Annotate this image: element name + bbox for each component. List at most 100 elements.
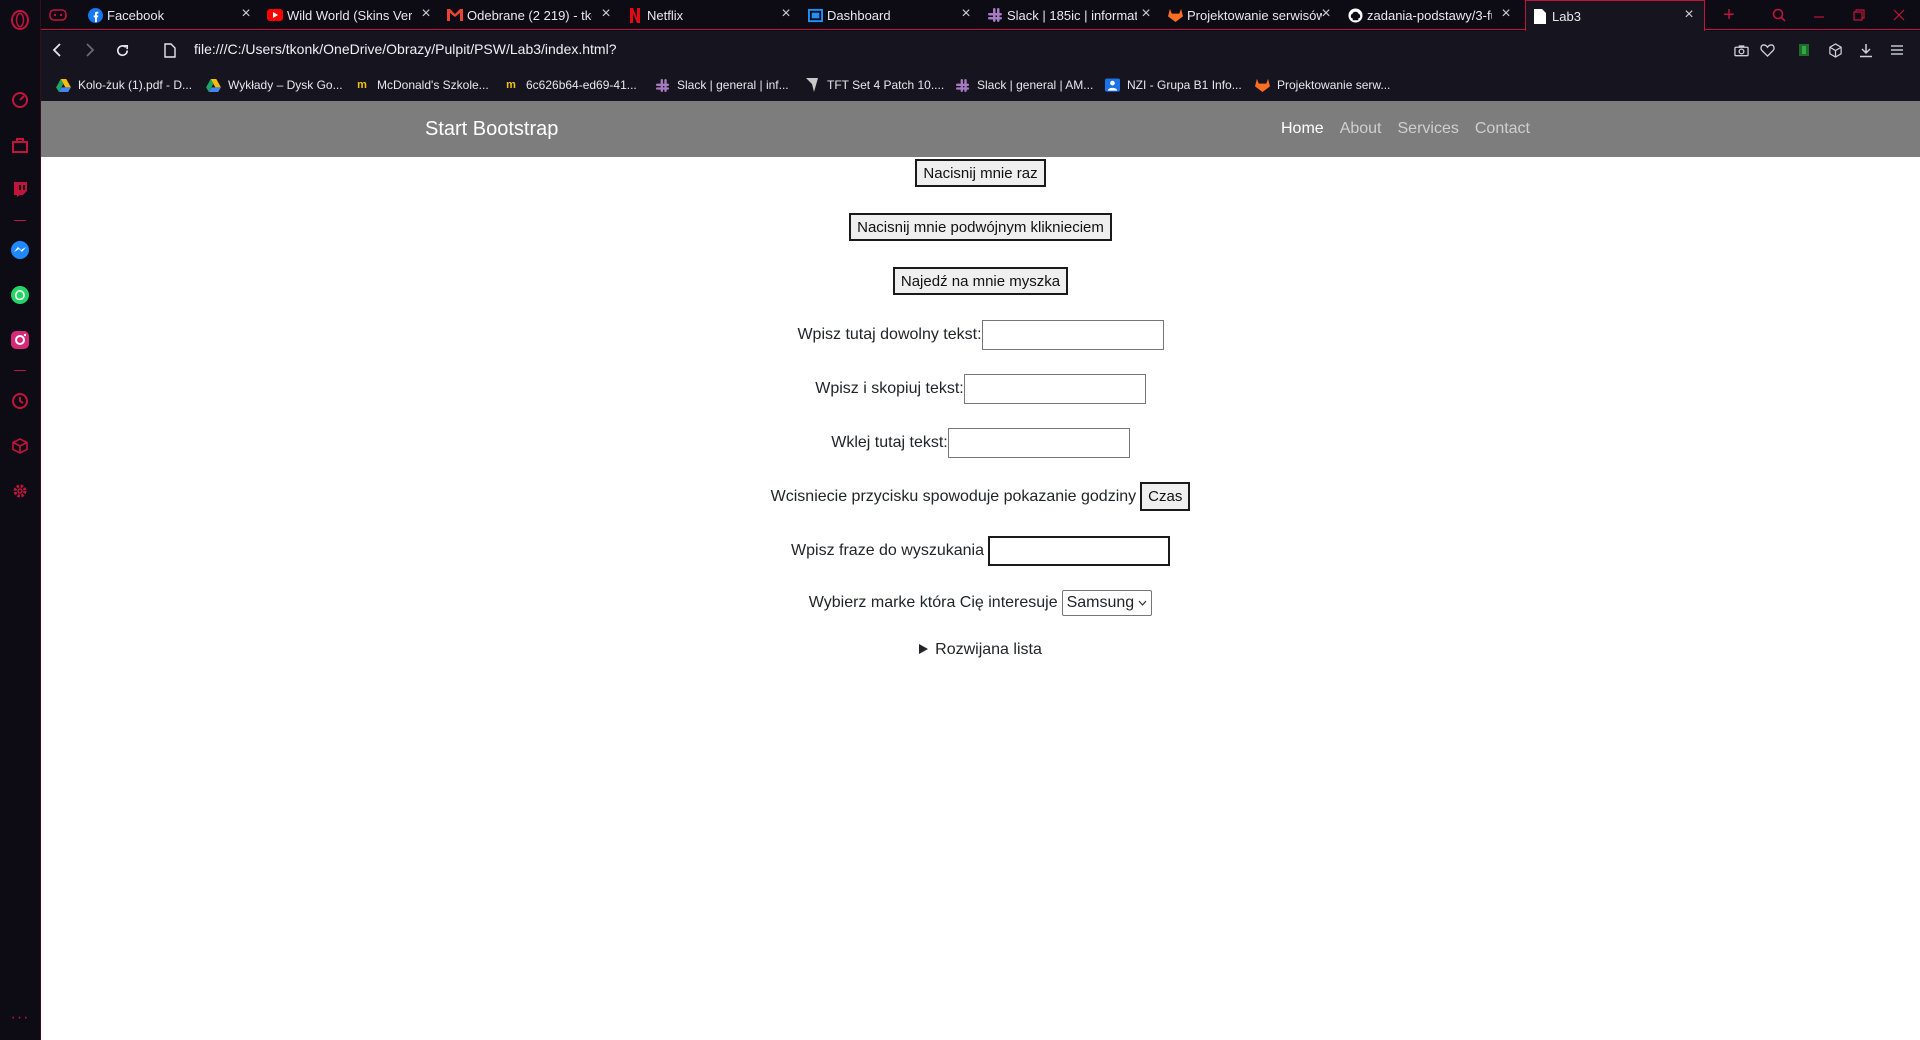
tab-gmail[interactable]: Odebrane (2 219) - tkon × (441, 0, 621, 30)
dblclick-row: Nacisnij mnie podwójnym kliknieciem (41, 213, 1920, 241)
camera-icon[interactable] (1731, 40, 1751, 60)
details-summary[interactable]: Rozwijana lista (935, 641, 1042, 659)
url-field[interactable]: file:///C:/Users/tkonk/OneDrive/Obrazy/P… (194, 41, 617, 57)
history-icon[interactable] (9, 390, 31, 412)
facebook-icon (87, 7, 103, 23)
bookmark-item[interactable]: Projektowanie serw... (1254, 76, 1390, 94)
youtube-icon (267, 7, 283, 23)
navbar-links: Home About Services Contact (1281, 120, 1546, 138)
disclosure-triangle-icon[interactable] (919, 641, 929, 659)
bookmark-item[interactable]: m 6c626b64-ed69-41... (503, 76, 637, 94)
tab-facebook[interactable]: Facebook × (81, 0, 261, 30)
opera-logo-icon[interactable] (9, 9, 31, 31)
time-label: Wcisniecie przycisku spowoduje pokazanie… (770, 487, 1137, 505)
click-once-button[interactable]: Nacisnij mnie raz (915, 159, 1046, 187)
double-click-button[interactable]: Nacisnij mnie podwójnym kliknieciem (849, 213, 1112, 241)
more-options-icon[interactable]: ··· (9, 1007, 31, 1029)
nav-about-link[interactable]: About (1340, 120, 1382, 138)
twitch-icon[interactable] (9, 178, 31, 200)
search-label: Wpisz fraze do wyszukania (791, 542, 984, 559)
back-icon[interactable] (46, 39, 68, 61)
page-info-file-icon[interactable] (159, 39, 181, 61)
slack-icon (987, 7, 1003, 23)
tab-github[interactable]: zadania-podstawy/3-fu × (1341, 0, 1521, 30)
nav-services-link[interactable]: Services (1398, 120, 1459, 138)
tab-youtube[interactable]: Wild World (Skins Versio × (261, 0, 441, 30)
search-tabs-icon[interactable] (1761, 0, 1797, 30)
tab-title: Dashboard (827, 7, 891, 23)
gmail-icon (447, 7, 463, 23)
file-icon (1532, 8, 1548, 24)
bookmark-item[interactable]: NZI - Grupa B1 Info... (1104, 76, 1242, 94)
bookmark-item[interactable]: Wykłady – Dysk Go... (205, 76, 343, 94)
page-viewport: Start Bootstrap Home About Services Cont… (41, 101, 1920, 1040)
address-bar: file:///C:/Users/tkonk/OneDrive/Obrazy/P… (41, 31, 1920, 68)
messenger-icon[interactable] (9, 239, 31, 261)
navbar-brand[interactable]: Start Bootstrap (425, 118, 558, 141)
site-navbar: Start Bootstrap Home About Services Cont… (41, 101, 1920, 157)
dashboard-icon (807, 7, 823, 23)
extensions-cube-icon[interactable] (9, 435, 31, 457)
tab-close-icon[interactable]: × (599, 6, 613, 22)
tab-close-icon[interactable]: × (959, 6, 973, 22)
search-row: Wpisz fraze do wyszukania (41, 536, 1920, 566)
settings-gear-icon[interactable] (9, 480, 31, 502)
details-row: Rozwijana lista (41, 641, 1920, 659)
bookmark-item[interactable]: m McDonald's Szkole... (354, 76, 489, 94)
gx-corner-icon[interactable] (9, 134, 31, 156)
copy-text-input[interactable] (963, 374, 1146, 404)
tab-dashboard[interactable]: Dashboard × (801, 0, 981, 30)
forward-icon[interactable] (79, 39, 101, 61)
close-window-icon[interactable] (1881, 0, 1917, 30)
nav-contact-link[interactable]: Contact (1475, 120, 1530, 138)
browser-sidebar: ··· (0, 0, 41, 1040)
brand-select[interactable]: Samsung (1061, 590, 1153, 616)
tab-strip: Facebook × Wild World (Skins Versio × Od… (41, 0, 1920, 31)
download-icon[interactable] (1856, 40, 1876, 60)
tab-close-icon[interactable]: × (1319, 6, 1333, 22)
time-button[interactable]: Czas (1140, 482, 1191, 511)
hover-button[interactable]: Najedź na mnie myszka (892, 267, 1069, 295)
restore-icon[interactable] (1841, 0, 1877, 30)
tab-close-icon[interactable]: × (239, 6, 253, 22)
gx-game-icon[interactable] (41, 0, 77, 30)
tab-close-icon[interactable]: × (1682, 7, 1696, 23)
tab-close-icon[interactable]: × (779, 6, 793, 22)
any-text-label: Wpisz tutaj dowolny tekst: (797, 326, 982, 343)
click-row: Nacisnij mnie raz (41, 159, 1920, 187)
instagram-icon[interactable] (9, 329, 31, 351)
hover-row: Najedź na mnie myszka (41, 267, 1920, 295)
tft-icon (804, 77, 820, 93)
any-text-input[interactable] (981, 320, 1164, 350)
tab-close-icon[interactable]: × (419, 6, 433, 22)
bookmark-item[interactable]: Slack | general | inf... (654, 76, 789, 94)
bookmark-item[interactable]: Kolo-żuk (1).pdf - D... (55, 76, 192, 94)
tab-gitlab[interactable]: Projektowanie serwisów × (1161, 0, 1341, 30)
github-icon (1347, 7, 1363, 23)
tab-slack[interactable]: Slack | 185ic | informaty × (981, 0, 1161, 30)
google-drive-icon (55, 77, 71, 93)
easy-setup-menu-icon[interactable] (1887, 40, 1907, 60)
extension-badge-icon[interactable] (1794, 40, 1814, 60)
new-tab-plus-icon[interactable]: + (1711, 0, 1747, 30)
tab-close-icon[interactable]: × (1139, 6, 1153, 22)
time-row: Wcisniecie przycisku spowoduje pokazanie… (41, 482, 1920, 511)
group-icon (1104, 77, 1120, 93)
tab-title: Netflix (647, 7, 684, 23)
minimize-icon[interactable] (1801, 0, 1837, 30)
paste-text-input[interactable] (947, 428, 1130, 458)
nav-home-link[interactable]: Home (1281, 120, 1324, 138)
tab-close-icon[interactable]: × (1499, 6, 1513, 22)
heart-bookmark-icon[interactable] (1757, 40, 1777, 60)
gx-control-icon[interactable] (9, 89, 31, 111)
gitlab-icon (1254, 77, 1270, 93)
bookmark-item[interactable]: TFT Set 4 Patch 10.... (804, 76, 944, 94)
reload-icon[interactable] (111, 39, 133, 61)
whatsapp-icon[interactable] (9, 284, 31, 306)
search-input[interactable] (987, 536, 1170, 566)
sidebar-divider (14, 370, 26, 371)
tab-netflix[interactable]: Netflix × (621, 0, 801, 30)
bookmark-item[interactable]: Slack | general | AM... (954, 76, 1093, 94)
tab-lab3[interactable]: Lab3 × (1525, 0, 1705, 31)
cube-icon[interactable] (1825, 40, 1845, 60)
